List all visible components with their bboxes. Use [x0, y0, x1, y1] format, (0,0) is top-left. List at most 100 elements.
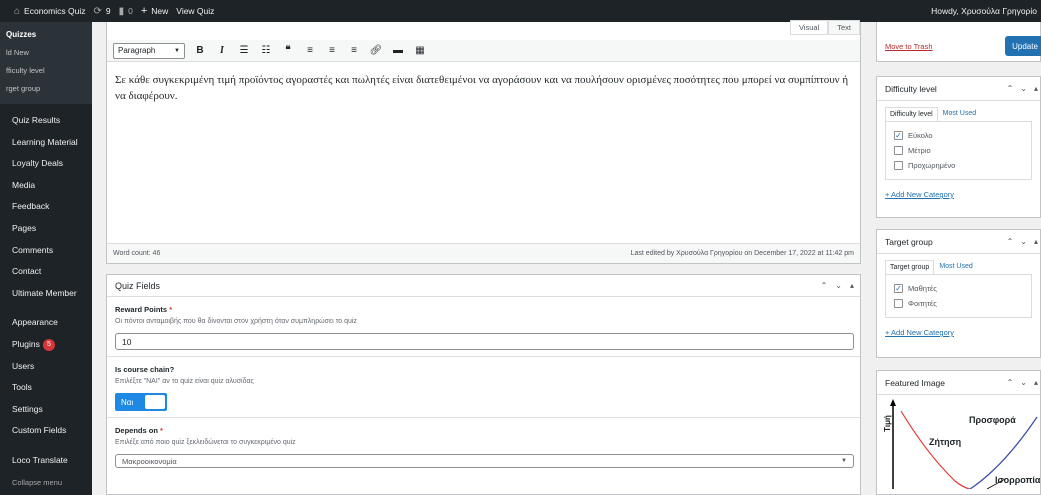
- tab-difficulty-most-used[interactable]: Most Used: [937, 107, 981, 121]
- submenu-quizzes[interactable]: Quizzes: [0, 26, 92, 44]
- tab-target-all[interactable]: Target group: [885, 260, 935, 274]
- course-chain-field: Is course chain? Επιλέξτε "ΝΑΙ" αν το qu…: [107, 357, 860, 418]
- move-up-icon[interactable]: ⌃: [1007, 378, 1014, 387]
- difficulty-level-box: Difficulty level ⌃ ⌄ ▴ Difficulty level …: [876, 76, 1041, 218]
- align-right-icon[interactable]: ≡: [347, 45, 361, 56]
- featured-image-title: Featured Image: [885, 377, 946, 388]
- target-group-option[interactable]: Φοιτητές: [894, 296, 1023, 311]
- editor-toolbar: Paragraph ▼ B I ☰ ☷ ❝ ≡ ≡ ≡ 🔗︎ ▬ ▦: [107, 40, 860, 62]
- menu-contact[interactable]: Contact: [0, 261, 92, 283]
- collapse-toggle-icon[interactable]: ▴: [1034, 84, 1038, 93]
- menu-ultimate-member[interactable]: Ultimate Member: [0, 283, 92, 305]
- add-difficulty-category-link[interactable]: + Add New Category: [885, 190, 1032, 199]
- chevron-down-icon: ▼: [841, 458, 847, 464]
- move-up-icon[interactable]: ⌃: [821, 281, 828, 290]
- collapse-menu-button[interactable]: Collapse menu: [0, 472, 92, 494]
- account-menu[interactable]: Howdy, Χρυσούλα Γρηγορίο: [931, 0, 1037, 22]
- site-name-link[interactable]: ⌂ Economics Quiz: [14, 0, 85, 22]
- required-marker: *: [169, 305, 173, 314]
- menu-quiz-results[interactable]: Quiz Results: [0, 110, 92, 132]
- menu-custom-fields[interactable]: Custom Fields: [0, 420, 92, 442]
- menu-loco-translate[interactable]: Loco Translate: [0, 450, 92, 472]
- difficulty-tabs: Difficulty level Most Used: [885, 107, 1032, 121]
- tab-visual[interactable]: Visual: [789, 20, 829, 35]
- align-center-icon[interactable]: ≡: [325, 45, 339, 56]
- menu-tools[interactable]: Tools: [0, 377, 92, 399]
- move-down-icon[interactable]: ⌄: [1020, 84, 1027, 93]
- toolbar-toggle-icon[interactable]: ▦: [413, 45, 427, 56]
- submenu-add-new[interactable]: ld New: [0, 44, 92, 62]
- difficulty-option[interactable]: Μέτριο: [894, 143, 1023, 158]
- course-chain-label: Is course chain?: [115, 365, 175, 374]
- tab-target-most-used[interactable]: Most Used: [934, 260, 977, 274]
- depends-on-select[interactable]: Μακροοικονομία ▼: [115, 454, 854, 468]
- numbered-list-icon[interactable]: ☷: [259, 45, 273, 56]
- admin-bar: ⌂ Economics Quiz ⟳ 9 ▮ 0 + New View Quiz…: [0, 0, 1041, 22]
- menu-comments[interactable]: Comments: [0, 240, 92, 262]
- difficulty-option[interactable]: Προχωρημένο: [894, 158, 1023, 173]
- menu-settings[interactable]: Settings: [0, 399, 92, 421]
- link-icon[interactable]: 🔗︎: [369, 45, 383, 56]
- checkbox-checked-icon[interactable]: ✓: [894, 131, 903, 140]
- menu-pages[interactable]: Pages: [0, 218, 92, 240]
- collapse-toggle-icon[interactable]: ▴: [1034, 378, 1038, 387]
- tab-text[interactable]: Text: [828, 20, 860, 35]
- read-more-icon[interactable]: ▬: [391, 45, 405, 56]
- checkbox-icon[interactable]: [894, 161, 903, 170]
- toggle-label: Ναι: [121, 397, 134, 407]
- comments-link[interactable]: ▮ 0: [119, 0, 133, 22]
- new-label: New: [151, 6, 169, 16]
- difficulty-option[interactable]: ✓ Εύκολο: [894, 128, 1023, 143]
- move-down-icon[interactable]: ⌄: [1020, 237, 1027, 246]
- toggle-knob: [145, 395, 165, 409]
- move-down-icon[interactable]: ⌄: [1020, 378, 1027, 387]
- view-quiz-link[interactable]: View Quiz: [176, 0, 214, 22]
- collapse-toggle-icon[interactable]: ▴: [850, 281, 854, 290]
- featured-image-thumbnail[interactable]: Τιμή Προσφορά Ζήτηση Ισορροπία: [883, 399, 1041, 492]
- reward-points-input[interactable]: 10: [115, 333, 854, 350]
- italic-icon[interactable]: I: [215, 45, 229, 56]
- menu-loyalty-deals[interactable]: Loyalty Deals: [0, 153, 92, 175]
- blockquote-icon[interactable]: ❝: [281, 45, 295, 56]
- menu-users[interactable]: Users: [0, 356, 92, 378]
- difficulty-checklist: ✓ Εύκολο Μέτριο Προχωρημένο: [885, 121, 1032, 180]
- target-group-header: Target group ⌃ ⌄ ▴: [877, 230, 1040, 254]
- updates-count: 9: [105, 6, 111, 16]
- editor-content[interactable]: Σε κάθε συγκεκριμένη τιμή προϊόντος αγορ…: [115, 72, 855, 104]
- move-up-icon[interactable]: ⌃: [1007, 84, 1014, 93]
- updates-link[interactable]: ⟳ 9: [93, 0, 110, 22]
- menu-appearance[interactable]: Appearance: [0, 312, 92, 334]
- menu-learning-material[interactable]: Learning Material: [0, 132, 92, 154]
- course-chain-toggle[interactable]: Ναι: [115, 393, 167, 411]
- menu-media[interactable]: Media: [0, 175, 92, 197]
- bold-icon[interactable]: B: [193, 45, 207, 56]
- format-select[interactable]: Paragraph ▼: [113, 42, 185, 59]
- move-down-icon[interactable]: ⌄: [835, 281, 842, 290]
- move-to-trash-link[interactable]: Move to Trash: [885, 42, 933, 51]
- quizzes-submenu: Quizzes ld New fficulty level rget group: [0, 22, 92, 104]
- menu-feedback[interactable]: Feedback: [0, 196, 92, 218]
- submenu-difficulty-level[interactable]: fficulty level: [0, 62, 92, 80]
- target-group-option-label: Φοιτητές: [908, 299, 937, 308]
- chevron-down-icon: ▼: [174, 47, 180, 54]
- bullet-list-icon[interactable]: ☰: [237, 45, 251, 56]
- new-content-link[interactable]: + New: [141, 0, 168, 22]
- equilibrium-label: Ισορροπία: [995, 475, 1041, 485]
- add-target-category-link[interactable]: + Add New Category: [885, 328, 1032, 337]
- checkbox-icon[interactable]: [894, 146, 903, 155]
- menu-plugins[interactable]: Plugins 5: [0, 334, 92, 356]
- collapse-toggle-icon[interactable]: ▴: [1034, 237, 1038, 246]
- plus-icon: +: [140, 5, 148, 17]
- updates-icon: ⟳: [93, 5, 102, 17]
- target-group-option[interactable]: ✓ Μαθητές: [894, 281, 1023, 296]
- submenu-target-group[interactable]: rget group: [0, 80, 92, 98]
- target-group-tabs: Target group Most Used: [885, 260, 1032, 274]
- target-group-box: Target group ⌃ ⌄ ▴ Target group Most Use…: [876, 229, 1041, 358]
- tab-difficulty-all[interactable]: Difficulty level: [885, 107, 938, 121]
- align-left-icon[interactable]: ≡: [303, 45, 317, 56]
- checkbox-checked-icon[interactable]: ✓: [894, 284, 903, 293]
- move-up-icon[interactable]: ⌃: [1007, 237, 1014, 246]
- update-button[interactable]: Update: [1005, 36, 1041, 56]
- quiz-fields-title: Quiz Fields: [115, 280, 161, 291]
- checkbox-icon[interactable]: [894, 299, 903, 308]
